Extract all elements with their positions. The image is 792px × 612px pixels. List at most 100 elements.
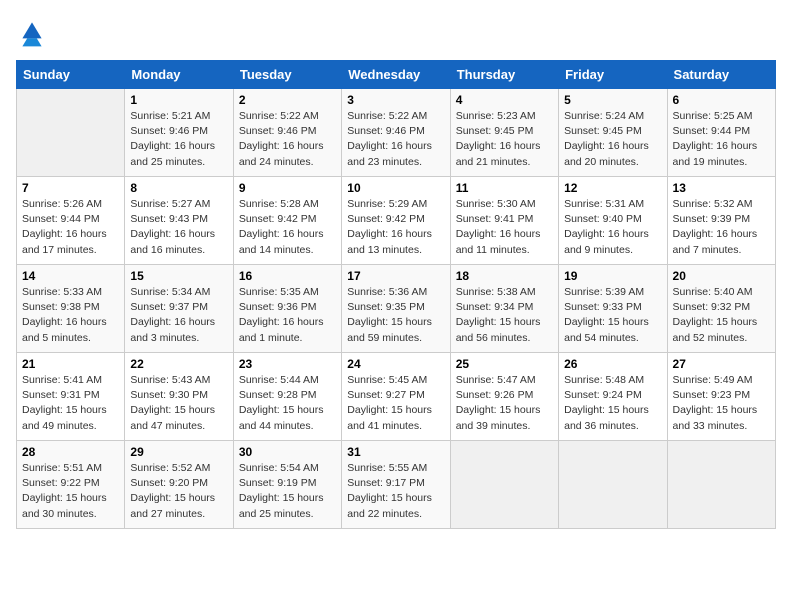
weekday-header-thursday: Thursday [450,61,558,89]
calendar-cell: 18 Sunrise: 5:38 AMSunset: 9:34 PMDayligh… [450,265,558,353]
day-number: 5 [564,93,661,107]
calendar-cell: 16Sunrise: 5:35 AMSunset: 9:36 PMDayligh… [233,265,341,353]
day-number: 24 [347,357,444,371]
day-number: 25 [456,357,553,371]
day-number: 7 [22,181,119,195]
day-info: Sunrise: 5:30 AMSunset: 9:41 PMDaylight:… [456,197,553,258]
calendar-cell: 15 Sunrise: 5:34 AMSunset: 9:37 PMDayligh… [125,265,233,353]
week-row-2: 7 Sunrise: 5:26 AMSunset: 9:44 PMDaylight… [17,177,776,265]
day-info: Sunrise: 5:48 AMSunset: 9:24 PMDaylight:… [564,373,661,434]
day-number: 9 [239,181,336,195]
weekday-header-wednesday: Wednesday [342,61,450,89]
day-info: Sunrise: 5:25 AMSunset: 9:44 PMDaylight:… [673,109,770,170]
calendar-cell: 11 Sunrise: 5:30 AMSunset: 9:41 PMDayligh… [450,177,558,265]
calendar-cell: 17 Sunrise: 5:36 AMSunset: 9:35 PMDayligh… [342,265,450,353]
calendar-cell: 29 Sunrise: 5:52 AMSunset: 9:20 PMDayligh… [125,441,233,529]
day-number: 21 [22,357,119,371]
calendar-cell: 10 Sunrise: 5:29 AMSunset: 9:42 PMDayligh… [342,177,450,265]
day-number: 20 [673,269,770,283]
day-number: 22 [130,357,227,371]
day-number: 8 [130,181,227,195]
week-row-1: 1 Sunrise: 5:21 AMSunset: 9:46 PMDaylight… [17,89,776,177]
day-number: 13 [673,181,770,195]
day-info: Sunrise: 5:23 AMSunset: 9:45 PMDaylight:… [456,109,553,170]
day-info: Sunrise: 5:47 AMSunset: 9:26 PMDaylight:… [456,373,553,434]
week-row-3: 14 Sunrise: 5:33 AMSunset: 9:38 PMDayligh… [17,265,776,353]
calendar-cell: 2Sunrise: 5:22 AMSunset: 9:46 PMDaylight… [233,89,341,177]
day-number: 26 [564,357,661,371]
weekday-header-saturday: Saturday [667,61,775,89]
logo [16,16,54,48]
day-number: 27 [673,357,770,371]
day-info: Sunrise: 5:39 AMSunset: 9:33 PMDaylight:… [564,285,661,346]
week-row-5: 28 Sunrise: 5:51 AMSunset: 9:22 PMDayligh… [17,441,776,529]
day-number: 18 [456,269,553,283]
day-info: Sunrise: 5:33 AMSunset: 9:38 PMDaylight:… [22,285,119,346]
day-number: 31 [347,445,444,459]
weekday-header-row: SundayMondayTuesdayWednesdayThursdayFrid… [17,61,776,89]
day-info: Sunrise: 5:54 AMSunset: 9:19 PMDaylight:… [239,461,336,522]
day-info: Sunrise: 5:43 AMSunset: 9:30 PMDaylight:… [130,373,227,434]
day-number: 4 [456,93,553,107]
weekday-header-monday: Monday [125,61,233,89]
weekday-header-sunday: Sunday [17,61,125,89]
day-info: Sunrise: 5:40 AMSunset: 9:32 PMDaylight:… [673,285,770,346]
calendar-cell: 6 Sunrise: 5:25 AMSunset: 9:44 PMDaylight… [667,89,775,177]
weekday-header-tuesday: Tuesday [233,61,341,89]
calendar-cell: 24Sunrise: 5:45 AMSunset: 9:27 PMDayligh… [342,353,450,441]
day-info: Sunrise: 5:24 AMSunset: 9:45 PMDaylight:… [564,109,661,170]
calendar-cell [559,441,667,529]
calendar-cell: 14 Sunrise: 5:33 AMSunset: 9:38 PMDayligh… [17,265,125,353]
calendar-cell: 7 Sunrise: 5:26 AMSunset: 9:44 PMDaylight… [17,177,125,265]
calendar-cell: 22 Sunrise: 5:43 AMSunset: 9:30 PMDayligh… [125,353,233,441]
calendar-cell: 27 Sunrise: 5:49 AMSunset: 9:23 PMDayligh… [667,353,775,441]
logo-icon [16,16,48,48]
calendar-cell [667,441,775,529]
day-info: Sunrise: 5:21 AMSunset: 9:46 PMDaylight:… [130,109,227,170]
day-info: Sunrise: 5:49 AMSunset: 9:23 PMDaylight:… [673,373,770,434]
calendar-cell: 12Sunrise: 5:31 AMSunset: 9:40 PMDayligh… [559,177,667,265]
calendar-cell: 25 Sunrise: 5:47 AMSunset: 9:26 PMDayligh… [450,353,558,441]
day-info: Sunrise: 5:26 AMSunset: 9:44 PMDaylight:… [22,197,119,258]
calendar-cell: 1 Sunrise: 5:21 AMSunset: 9:46 PMDaylight… [125,89,233,177]
day-number: 3 [347,93,444,107]
day-number: 11 [456,181,553,195]
day-info: Sunrise: 5:55 AMSunset: 9:17 PMDaylight:… [347,461,444,522]
day-number: 28 [22,445,119,459]
day-number: 1 [130,93,227,107]
calendar-cell: 9 Sunrise: 5:28 AMSunset: 9:42 PMDaylight… [233,177,341,265]
week-row-4: 21Sunrise: 5:41 AMSunset: 9:31 PMDayligh… [17,353,776,441]
calendar-cell: 21Sunrise: 5:41 AMSunset: 9:31 PMDayligh… [17,353,125,441]
weekday-header-friday: Friday [559,61,667,89]
day-number: 2 [239,93,336,107]
calendar-cell: 5 Sunrise: 5:24 AMSunset: 9:45 PMDaylight… [559,89,667,177]
day-info: Sunrise: 5:29 AMSunset: 9:42 PMDaylight:… [347,197,444,258]
day-info: Sunrise: 5:44 AMSunset: 9:28 PMDaylight:… [239,373,336,434]
page-header [16,16,776,48]
day-number: 17 [347,269,444,283]
day-info: Sunrise: 5:51 AMSunset: 9:22 PMDaylight:… [22,461,119,522]
calendar-table: SundayMondayTuesdayWednesdayThursdayFrid… [16,60,776,529]
calendar-cell: 20 Sunrise: 5:40 AMSunset: 9:32 PMDayligh… [667,265,775,353]
day-number: 10 [347,181,444,195]
calendar-cell: 26 Sunrise: 5:48 AMSunset: 9:24 PMDayligh… [559,353,667,441]
day-info: Sunrise: 5:27 AMSunset: 9:43 PMDaylight:… [130,197,227,258]
day-info: Sunrise: 5:36 AMSunset: 9:35 PMDaylight:… [347,285,444,346]
calendar-cell: 4 Sunrise: 5:23 AMSunset: 9:45 PMDaylight… [450,89,558,177]
calendar-cell: 23Sunrise: 5:44 AMSunset: 9:28 PMDayligh… [233,353,341,441]
calendar-cell: 3Sunrise: 5:22 AMSunset: 9:46 PMDaylight… [342,89,450,177]
day-number: 19 [564,269,661,283]
calendar-cell [450,441,558,529]
calendar-cell: 13Sunrise: 5:32 AMSunset: 9:39 PMDayligh… [667,177,775,265]
day-number: 6 [673,93,770,107]
day-number: 29 [130,445,227,459]
day-info: Sunrise: 5:38 AMSunset: 9:34 PMDaylight:… [456,285,553,346]
day-info: Sunrise: 5:52 AMSunset: 9:20 PMDaylight:… [130,461,227,522]
day-info: Sunrise: 5:35 AMSunset: 9:36 PMDaylight:… [239,285,336,346]
calendar-cell [17,89,125,177]
day-info: Sunrise: 5:28 AMSunset: 9:42 PMDaylight:… [239,197,336,258]
calendar-cell: 28 Sunrise: 5:51 AMSunset: 9:22 PMDayligh… [17,441,125,529]
day-info: Sunrise: 5:34 AMSunset: 9:37 PMDaylight:… [130,285,227,346]
day-number: 14 [22,269,119,283]
day-number: 15 [130,269,227,283]
